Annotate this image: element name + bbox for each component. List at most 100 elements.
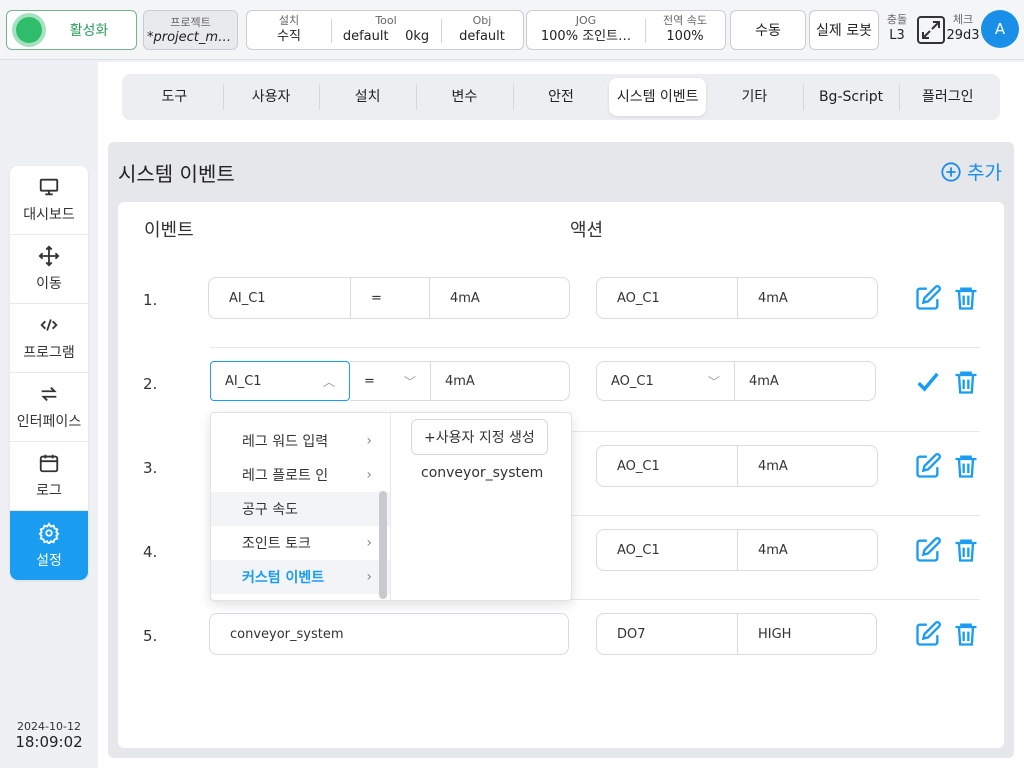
edit-icon[interactable] (914, 284, 942, 312)
jog-speed-panel[interactable]: JOG 100% 조인트… 전역 속도 100% (526, 10, 726, 50)
collision-level[interactable]: 충돌 L3 (882, 12, 912, 44)
action-field[interactable]: AO_C1 4mA (596, 529, 878, 571)
tool-values: default 0kg (331, 28, 441, 46)
top-bar: 활성화 프로젝트 *project_mo… 설치 수직 Tool default… (0, 0, 1024, 60)
sidebar: 대시보드 이동 프로그램 인터페이스 로그 설정 (10, 166, 88, 580)
action-field[interactable]: AO_C1 4mA (596, 445, 878, 487)
jog-value: 100% (540, 29, 579, 44)
trash-icon[interactable] (952, 284, 980, 312)
tab-plugins[interactable]: 플러그인 (899, 78, 996, 116)
dropdown-item-label: 레그 워드 입력 (242, 434, 329, 450)
activate-button[interactable]: 활성화 (6, 10, 137, 50)
page-title: 시스템 이벤트 (118, 162, 235, 186)
trash-icon[interactable] (952, 368, 980, 396)
edit-icon[interactable] (914, 452, 942, 480)
expand-icon[interactable] (915, 14, 947, 46)
manual-mode-button[interactable]: 수동 (730, 10, 806, 50)
column-header-event: 이벤트 (144, 220, 194, 241)
collision-value: L3 (889, 28, 905, 43)
check-value: 29d3 (946, 28, 980, 43)
tab-system-events[interactable]: 시스템 이벤트 (609, 78, 707, 116)
action-signal-select[interactable]: AO_C1 ﹀ (596, 361, 735, 401)
tool-cell[interactable]: Tool default 0kg (331, 11, 441, 49)
tab-tool[interactable]: 도구 (126, 78, 223, 116)
tab-bg-script[interactable]: Bg-Script (802, 78, 900, 116)
sidebar-item-settings[interactable]: 설정 (10, 511, 88, 580)
action-value: 4mA (749, 373, 779, 389)
jog-label: JOG (575, 14, 597, 27)
speed-cell[interactable]: 전역 속도 100% (645, 11, 725, 49)
install-cell[interactable]: 설치 수직 (247, 11, 331, 49)
event-value-input[interactable]: 4mA (431, 361, 570, 401)
event-signal: AI_C1 (225, 373, 262, 389)
tool-value: default (342, 29, 389, 44)
action-value: HIGH (737, 614, 876, 654)
confirm-check-icon[interactable] (914, 368, 942, 396)
row-number: 3. (143, 459, 158, 477)
date: 2024-10-12 (17, 720, 81, 733)
add-event-button[interactable]: 추가 (940, 158, 1002, 185)
event-operator-select[interactable]: = ﹀ (350, 361, 431, 401)
action-field[interactable]: AO_C1 4mA (596, 277, 878, 319)
obj-cell[interactable]: Obj default (441, 11, 523, 49)
tool-weight: 0kg (405, 29, 430, 44)
dropdown-item-selected[interactable]: 커스텀 이벤트 › (211, 560, 390, 594)
action-signal: AO_C1 (617, 290, 660, 306)
dropdown-item[interactable]: 레그 플로트 인 › (211, 458, 390, 492)
edit-icon[interactable] (914, 536, 942, 564)
speed-label: 전역 속도 (663, 14, 707, 27)
sidebar-item-program[interactable]: 프로그램 (10, 304, 88, 373)
row-number: 5. (143, 627, 158, 645)
sidebar-item-move[interactable]: 이동 (10, 235, 88, 304)
action-editor: AO_C1 ﹀ 4mA (596, 361, 876, 403)
create-custom-button[interactable]: +사용자 지정 생성 (411, 419, 548, 455)
event-condition-field[interactable]: AI_C1 = 4mA (208, 277, 570, 319)
action-value-input[interactable]: 4mA (735, 361, 876, 401)
jog-mode: 조인트… (582, 29, 632, 44)
event-condition-field[interactable]: conveyor_system (209, 613, 569, 655)
tab-safety[interactable]: 안전 (512, 78, 610, 116)
sidebar-item-label: 프로그램 (23, 345, 75, 361)
obj-value: default (459, 29, 505, 44)
event-signal-select[interactable]: AI_C1 ︿ (210, 361, 350, 401)
project-label: 프로젝트 (170, 16, 211, 29)
trash-icon[interactable] (952, 620, 980, 648)
collision-label: 충돌 (886, 13, 908, 26)
gear-icon (38, 521, 60, 544)
action-field[interactable]: DO7 HIGH (596, 613, 877, 655)
real-robot-button[interactable]: 실제 로봇 (809, 10, 879, 50)
sidebar-item-dashboard[interactable]: 대시보드 (10, 166, 88, 235)
plus-circle-icon (941, 161, 961, 182)
row-actions (914, 452, 980, 480)
edit-icon[interactable] (914, 620, 942, 648)
dropdown-option[interactable]: conveyor_system (411, 465, 571, 481)
dropdown-scrollbar[interactable] (379, 491, 387, 599)
trash-icon[interactable] (952, 452, 980, 480)
install-tool-obj-panel[interactable]: 설치 수직 Tool default 0kg Obj default (246, 10, 524, 50)
move-icon (38, 245, 60, 267)
dropdown-item[interactable]: 레그 워드 입력 › (211, 424, 390, 458)
settings-tabs: 도구 사용자 설치 변수 안전 시스템 이벤트 기타 Bg-Script 플러그… (122, 74, 1000, 120)
row-number: 1. (143, 291, 158, 309)
event-type-dropdown: 레그 워드 입력 › 레그 플로트 인 › 공구 속도 조인트 토크 › 커스텀 이벤… (210, 412, 572, 601)
calendar-icon (39, 454, 59, 473)
project-selector[interactable]: 프로젝트 *project_mo… (143, 10, 238, 50)
tab-install[interactable]: 설치 (319, 78, 416, 116)
sidebar-item-interface[interactable]: 인터페이스 (10, 373, 88, 442)
action-signal: AO_C1 (617, 458, 660, 474)
tab-user[interactable]: 사용자 (222, 78, 320, 116)
sidebar-item-log[interactable]: 로그 (10, 442, 88, 511)
install-value: 수직 (277, 29, 301, 44)
trash-icon[interactable] (952, 536, 980, 564)
sidebar-item-label: 이동 (36, 276, 62, 292)
tab-other[interactable]: 기타 (706, 78, 803, 116)
tab-variables[interactable]: 변수 (416, 78, 513, 116)
event-signal: AI_C1 (229, 290, 266, 306)
sidebar-item-label: 인터페이스 (16, 414, 82, 430)
dropdown-item-label: 조인트 토크 (242, 536, 311, 552)
tool-label: Tool (375, 14, 397, 27)
dropdown-item[interactable]: 공구 속도 (211, 492, 390, 526)
avatar[interactable]: A (981, 10, 1019, 48)
jog-cell[interactable]: JOG 100% 조인트… (527, 11, 645, 49)
dropdown-item[interactable]: 조인트 토크 › (211, 526, 390, 560)
